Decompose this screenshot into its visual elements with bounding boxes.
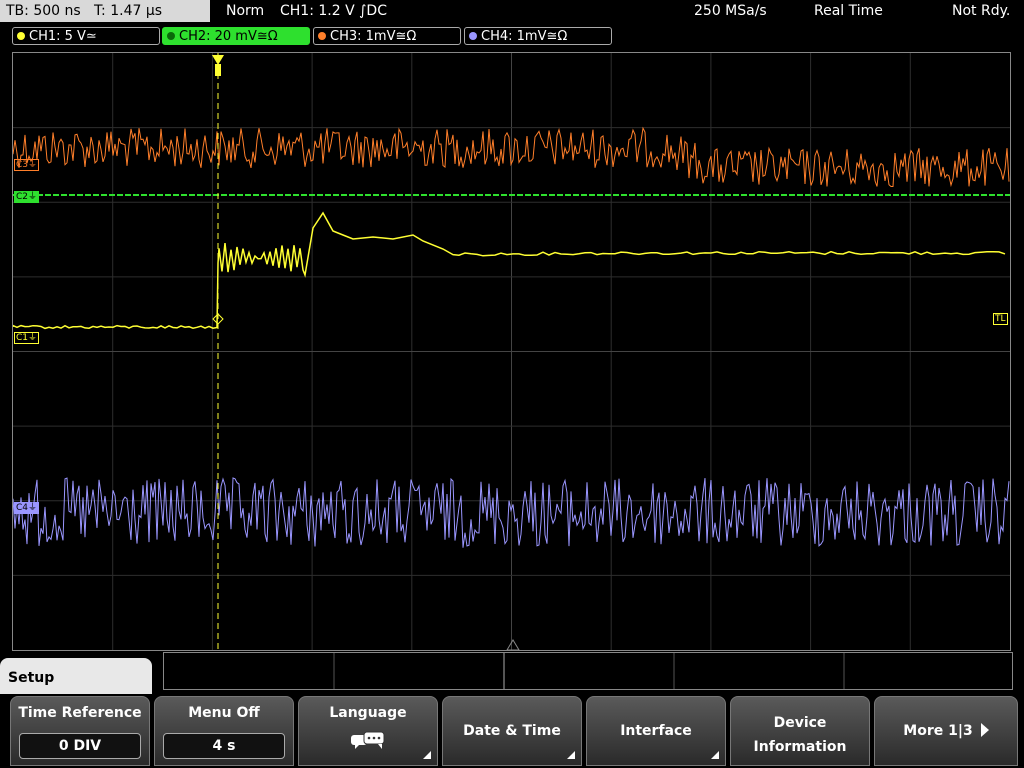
channel-4-color-icon xyxy=(469,32,477,40)
waveform-canvas xyxy=(13,53,1010,650)
time-reference-icon xyxy=(506,639,520,650)
interface-softkey[interactable]: Interface xyxy=(586,696,726,766)
language-submenu-icon xyxy=(423,751,431,759)
language-softkey[interactable]: Language xyxy=(298,696,438,766)
channel-1-ground-marker[interactable]: C1⏚ xyxy=(14,332,40,344)
trigger-position-stem xyxy=(215,64,221,76)
channel-3-ground-marker[interactable]: C3⏚ xyxy=(14,159,40,171)
waveform-display[interactable]: C3⏚ C2⏚ C1⏚ TL C4⏚ xyxy=(12,52,1011,651)
channel-3-color-icon xyxy=(318,32,326,40)
channel-3-chip[interactable]: CH3: 1mV≅Ω xyxy=(313,27,461,45)
time-ruler xyxy=(163,652,1013,690)
time-reference-value: 0 DIV xyxy=(19,733,141,759)
date-time-softkey[interactable]: Date & Time xyxy=(442,696,582,766)
date-time-submenu-icon xyxy=(567,751,575,759)
acquisition-mode: Real Time xyxy=(814,3,883,19)
softkey-menu: Time Reference 0 DIV Menu Off 4 s Langua… xyxy=(0,694,1024,768)
trigger-time-readout: T: 1.47 µs xyxy=(94,3,163,19)
more-softkey[interactable]: More 1|3 xyxy=(874,696,1018,766)
acquisition-state: Not Rdy. xyxy=(952,3,1011,19)
status-bar: TB: 500 ns T: 1.47 µs Norm CH1: 1.2 V ∫D… xyxy=(0,0,1024,24)
time-reference-label: Time Reference xyxy=(18,705,142,721)
channel-2-ground-marker[interactable]: C2⏚ xyxy=(14,191,40,203)
timebase-box[interactable]: TB: 500 ns T: 1.47 µs xyxy=(0,0,212,22)
channel-3-label: CH3: 1mV≅Ω xyxy=(330,29,417,44)
channel-1-label: CH1: 5 V≃ xyxy=(29,29,97,44)
channel-1-chip[interactable]: CH1: 5 V≃ xyxy=(12,27,160,45)
setup-menu-title: Setup xyxy=(0,658,152,698)
channel-2-label: CH2: 20 mV≅Ω xyxy=(179,29,278,44)
channel-2-chip[interactable]: CH2: 20 mV≅Ω xyxy=(162,27,310,45)
menu-off-softkey[interactable]: Menu Off 4 s xyxy=(154,696,294,766)
language-label: Language xyxy=(329,705,407,721)
date-time-label: Date & Time xyxy=(463,723,561,739)
trigger-setting: CH1: 1.2 V ∫DC xyxy=(280,3,387,19)
timebase-readout: TB: 500 ns xyxy=(6,3,81,19)
interface-label: Interface xyxy=(620,723,692,739)
next-page-arrow-icon xyxy=(980,723,989,737)
more-label: More 1|3 xyxy=(903,723,973,739)
menu-off-value: 4 s xyxy=(163,733,285,759)
channel-4-chip[interactable]: CH4: 1mV≅Ω xyxy=(464,27,612,45)
channel-4-ground-marker[interactable]: C4⏚ xyxy=(14,502,40,514)
speech-bubble-icon xyxy=(351,731,385,749)
channel-1-color-icon xyxy=(17,32,25,40)
channel-1-trace xyxy=(13,211,1006,330)
device-information-label-line1: Device xyxy=(773,715,827,731)
sample-rate: 250 MSa/s xyxy=(694,3,767,19)
menu-off-label: Menu Off xyxy=(188,705,260,721)
channel-4-label: CH4: 1mV≅Ω xyxy=(481,29,568,44)
device-information-label-line2: Information xyxy=(753,739,847,755)
trigger-mode: Norm xyxy=(226,3,265,19)
time-reference-softkey[interactable]: Time Reference 0 DIV xyxy=(10,696,150,766)
device-information-softkey[interactable]: Device Information xyxy=(730,696,870,766)
trigger-level-marker[interactable]: TL xyxy=(993,313,1008,325)
interface-submenu-icon xyxy=(711,751,719,759)
channel-2-color-icon xyxy=(167,32,175,40)
ruler-ticks xyxy=(333,653,845,689)
trigger-position-icon xyxy=(212,55,224,65)
